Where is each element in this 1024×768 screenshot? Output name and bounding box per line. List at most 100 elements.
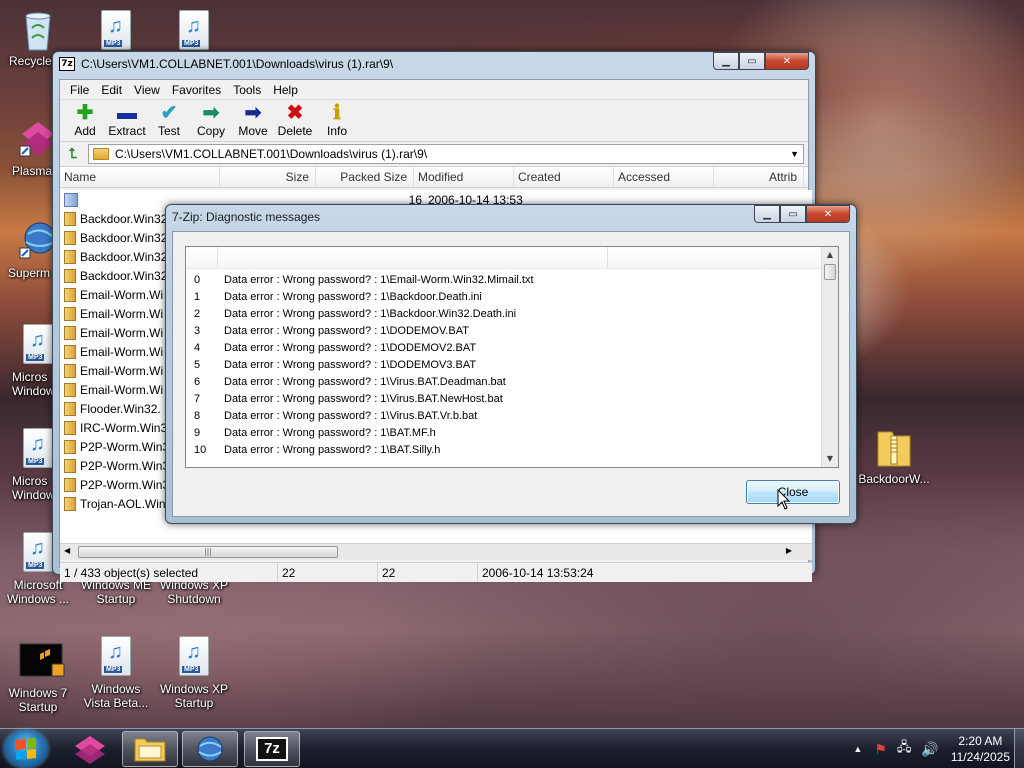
clock[interactable]: 2:20 AM 11/24/2025 — [951, 733, 1010, 765]
taskbar-item-plasma[interactable] — [62, 731, 118, 767]
message-row[interactable]: 8 Data error : Wrong password? : 1\Virus.… — [186, 407, 838, 424]
scroll-up-icon[interactable]: ▲ — [822, 247, 838, 263]
dialog-titlebar[interactable]: 7-Zip: Diagnostic messages ▁ ▭ ✕ — [166, 205, 856, 229]
menu-edit[interactable]: Edit — [95, 83, 128, 97]
column-name[interactable]: Name — [60, 167, 220, 187]
messages-header — [186, 247, 838, 269]
desktop-icon-zip-folder[interactable]: BackdoorW... — [852, 426, 936, 486]
message-row[interactable]: 2 Data error : Wrong password? : 1\Backdo… — [186, 305, 838, 322]
message-row[interactable]: 0 Data error : Wrong password? : 1\Email-… — [186, 271, 838, 288]
menu-file[interactable]: File — [64, 83, 95, 97]
header-column[interactable] — [186, 247, 218, 268]
close-dialog-x-button[interactable]: ✕ — [806, 205, 850, 223]
menu-bar: File Edit View Favorites Tools Help — [60, 80, 808, 100]
message-index: 9 — [194, 426, 201, 439]
scrollbar-thumb[interactable]: ||| — [78, 546, 338, 558]
horizontal-scrollbar[interactable]: ◀ ||| ▶ — [60, 543, 812, 560]
window-title: C:\Users\VM1.COLLABNET.001\Downloads\vir… — [81, 57, 394, 71]
scrollbar-thumb[interactable] — [824, 264, 836, 280]
vertical-scrollbar[interactable]: ▲ ▼ — [821, 247, 838, 467]
test-button[interactable]: ✔ Test — [148, 100, 190, 141]
column-headers: Name Size Packed Size Modified Created A… — [60, 166, 808, 188]
message-row[interactable]: 3 Data error : Wrong password? : 1\DODEMO… — [186, 322, 838, 339]
dropdown-arrow-icon[interactable]: ▼ — [790, 149, 799, 159]
zip-folder-icon — [874, 426, 914, 470]
scroll-right-icon[interactable]: ▶ — [786, 546, 792, 555]
message-row[interactable]: 1 Data error : Wrong password? : 1\Backdo… — [186, 288, 838, 305]
action-center-flag-icon[interactable]: ⚑ — [874, 741, 887, 758]
start-button[interactable] — [4, 730, 48, 768]
info-button[interactable]: ℹ Info — [316, 100, 358, 141]
browser-globe-icon — [197, 736, 223, 762]
network-icon[interactable]: 🖧 — [897, 738, 912, 760]
show-desktop-button[interactable] — [1014, 729, 1024, 768]
windows-logo-icon — [16, 737, 36, 761]
column-attrib[interactable]: Attrib — [714, 167, 804, 187]
column-size[interactable]: Size — [220, 167, 316, 187]
folder-icon — [93, 148, 109, 160]
desktop-icon-mp3[interactable]: ♫ MP3 — [156, 10, 232, 50]
message-row[interactable]: 7 Data error : Wrong password? : 1\Virus.… — [186, 390, 838, 407]
desktop-icon-mp3[interactable]: Windows ME Startup — [78, 578, 154, 606]
dialog-title: 7-Zip: Diagnostic messages — [172, 210, 321, 224]
mp3-file-icon: ♫ MP3 — [179, 636, 209, 676]
message-row[interactable]: 9 Data error : Wrong password? : 1\BAT.MF… — [186, 424, 838, 441]
column-created[interactable]: Created — [514, 167, 614, 187]
menu-favorites[interactable]: Favorites — [166, 83, 227, 97]
status-bar: 1 / 433 object(s) selected 22 22 2006-10… — [60, 562, 812, 582]
volume-icon[interactable]: 🔊 — [921, 741, 938, 758]
desktop-icon-video[interactable]: Windows 7 Startup — [0, 640, 76, 714]
extract-label: Extract — [108, 124, 146, 138]
add-button[interactable]: ✚ Add — [64, 100, 106, 141]
mp3-file-icon: ♫ MP3 — [23, 324, 53, 364]
taskbar-item-file-explorer[interactable] — [122, 731, 178, 767]
toolbar: ✚ Add ▬ Extract ✔ Test ➡ Copy ➡ Move ✖ D… — [60, 100, 808, 142]
taskbar-item-browser[interactable] — [182, 731, 238, 767]
delete-x-icon: ✖ — [286, 102, 304, 124]
taskbar-item-7zip[interactable]: 7z — [244, 731, 300, 767]
file-icon — [64, 268, 76, 283]
menu-help[interactable]: Help — [267, 83, 304, 97]
address-bar: ⮤ C:\Users\VM1.COLLABNET.001\Downloads\v… — [60, 142, 808, 166]
desktop-icon-mp3[interactable]: ♫ MP3 — [78, 10, 154, 50]
scroll-left-icon[interactable]: ◀ — [64, 546, 70, 555]
column-modified[interactable]: Modified — [414, 167, 514, 187]
minimize-button[interactable]: ▁ — [713, 52, 739, 70]
column-accessed[interactable]: Accessed — [614, 167, 714, 187]
7zip-icon: 7z — [256, 737, 288, 761]
message-row[interactable]: 4 Data error : Wrong password? : 1\DODEMO… — [186, 339, 838, 356]
message-row[interactable]: 6 Data error : Wrong password? : 1\Virus.… — [186, 373, 838, 390]
extract-button[interactable]: ▬ Extract — [106, 100, 148, 141]
menu-tools[interactable]: Tools — [227, 83, 267, 97]
message-row[interactable]: 5 Data error : Wrong password? : 1\DODEMO… — [186, 356, 838, 373]
file-icon — [64, 439, 76, 454]
delete-button[interactable]: ✖ Delete — [274, 100, 316, 141]
file-icon — [64, 363, 76, 378]
show-hidden-icons-icon[interactable]: ▲ — [853, 744, 862, 754]
window-titlebar[interactable]: 7z C:\Users\VM1.COLLABNET.001\Downloads\… — [53, 52, 815, 76]
desktop-icon-mp3[interactable]: ♫ MP3 Windows Vista Beta... — [78, 636, 154, 710]
folder-icon — [134, 738, 166, 762]
message-index: 4 — [194, 341, 201, 354]
diagnostic-messages-dialog[interactable]: 7-Zip: Diagnostic messages ▁ ▭ ✕ 0 Data e… — [165, 204, 857, 524]
desktop-icon-mp3[interactable]: ♫ MP3 Windows XP Startup — [156, 636, 232, 710]
close-window-button[interactable]: ✕ — [765, 52, 809, 70]
menu-view[interactable]: View — [128, 83, 166, 97]
column-packed-size[interactable]: Packed Size — [316, 167, 414, 187]
message-index: 5 — [194, 358, 201, 371]
desktop-icon-mp3[interactable]: Windows XP Shutdown — [156, 578, 232, 606]
scroll-down-icon[interactable]: ▼ — [822, 451, 838, 467]
copy-button[interactable]: ➡ Copy — [190, 100, 232, 141]
message-row[interactable]: 10 Data error : Wrong password? : 1\BAT.S… — [186, 441, 838, 458]
close-button[interactable]: Close — [746, 480, 840, 504]
header-column[interactable] — [218, 247, 608, 268]
maximize-button[interactable]: ▭ — [739, 52, 765, 70]
header-column[interactable] — [608, 247, 822, 268]
7zip-icon: 7z — [59, 57, 75, 71]
folder-up-icon[interactable]: ⮤ — [64, 146, 82, 162]
move-button[interactable]: ➡ Move — [232, 100, 274, 141]
maximize-button[interactable]: ▭ — [780, 205, 806, 223]
minimize-button[interactable]: ▁ — [754, 205, 780, 223]
address-field[interactable]: C:\Users\VM1.COLLABNET.001\Downloads\vir… — [88, 144, 804, 164]
copy-arrow-icon: ➡ — [202, 102, 220, 124]
